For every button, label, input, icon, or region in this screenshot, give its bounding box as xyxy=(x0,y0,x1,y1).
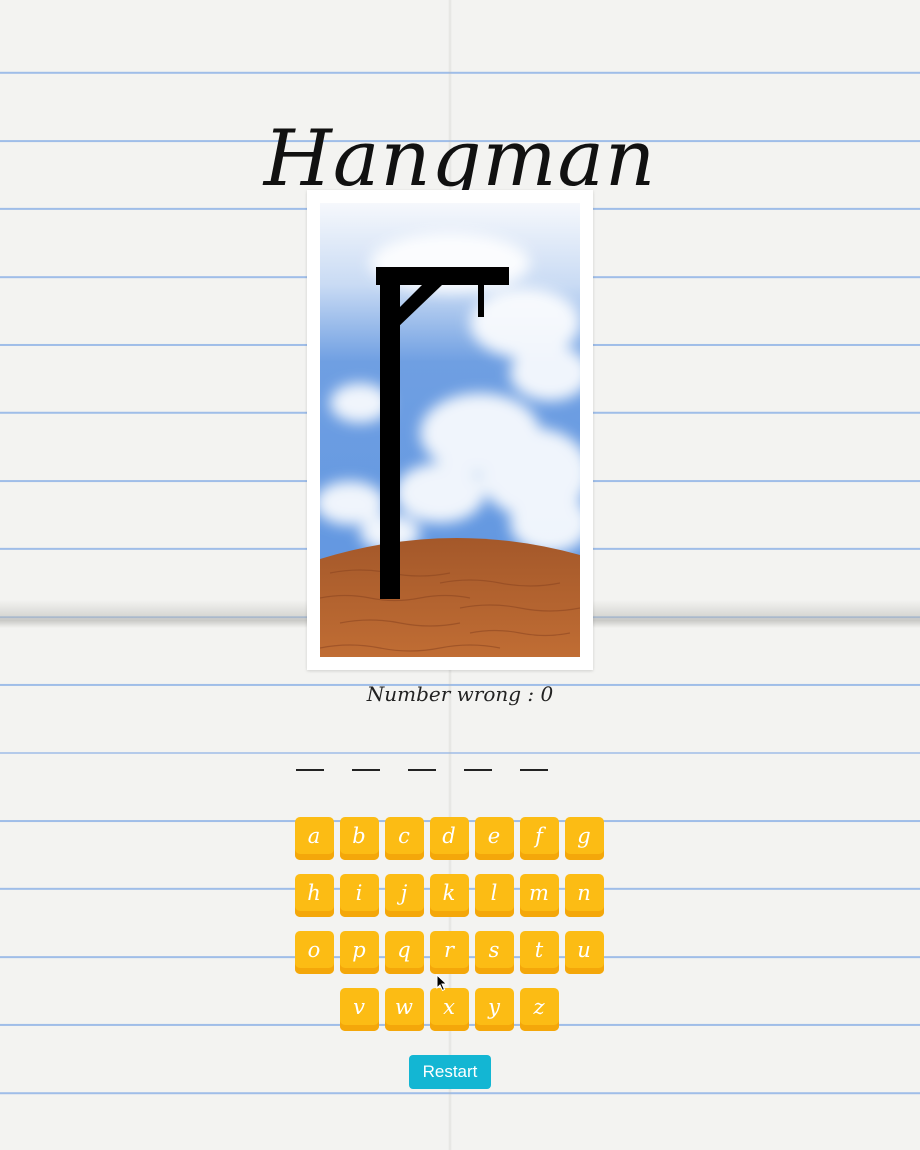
letter-key-n[interactable]: n xyxy=(564,874,604,917)
letter-key-z[interactable]: z xyxy=(519,988,559,1031)
letter-key-j[interactable]: j xyxy=(384,874,424,917)
letter-key-g[interactable]: g xyxy=(564,817,604,860)
letter-key-s[interactable]: s xyxy=(474,931,514,974)
letter-key-f[interactable]: f xyxy=(519,817,559,860)
keyboard-row: h i j k l m n xyxy=(293,874,605,917)
word-blanks xyxy=(296,769,548,771)
keyboard-row: a b c d e f g xyxy=(293,817,605,860)
letter-key-p[interactable]: p xyxy=(339,931,379,974)
letter-key-h[interactable]: h xyxy=(294,874,334,917)
gallows-rope xyxy=(478,285,484,317)
letter-key-l[interactable]: l xyxy=(474,874,514,917)
letter-key-o[interactable]: o xyxy=(294,931,334,974)
ground-hill xyxy=(320,537,580,657)
letter-key-e[interactable]: e xyxy=(474,817,514,860)
letter-key-t[interactable]: t xyxy=(519,931,559,974)
letter-key-c[interactable]: c xyxy=(384,817,424,860)
letter-key-q[interactable]: q xyxy=(384,931,424,974)
letter-key-r[interactable]: r xyxy=(429,931,469,974)
wrong-guess-counter: Number wrong : 0 xyxy=(366,682,554,706)
letter-key-b[interactable]: b xyxy=(339,817,379,860)
hangman-image-frame xyxy=(307,190,593,670)
letter-blank xyxy=(464,769,492,771)
letter-blank xyxy=(352,769,380,771)
restart-button[interactable]: Restart xyxy=(409,1055,491,1089)
letter-blank xyxy=(408,769,436,771)
letter-key-d[interactable]: d xyxy=(429,817,469,860)
letter-blank xyxy=(520,769,548,771)
arrow-cursor-icon xyxy=(436,973,448,996)
keyboard-row: v w x y z xyxy=(293,988,605,1031)
letter-key-k[interactable]: k xyxy=(429,874,469,917)
letter-keyboard: a b c d e f g h i j k l m n o p q r s t … xyxy=(293,817,605,1045)
gallows-illustration xyxy=(320,203,580,657)
letter-key-m[interactable]: m xyxy=(519,874,559,917)
letter-key-w[interactable]: w xyxy=(384,988,424,1031)
letter-key-u[interactable]: u xyxy=(564,931,604,974)
letter-key-y[interactable]: y xyxy=(474,988,514,1031)
letter-key-a[interactable]: a xyxy=(294,817,334,860)
letter-key-v[interactable]: v xyxy=(339,988,379,1031)
letter-key-i[interactable]: i xyxy=(339,874,379,917)
keyboard-row: o p q r s t u xyxy=(293,931,605,974)
gallows-beam xyxy=(376,267,509,285)
hangman-scene xyxy=(320,203,580,657)
letter-blank xyxy=(296,769,324,771)
